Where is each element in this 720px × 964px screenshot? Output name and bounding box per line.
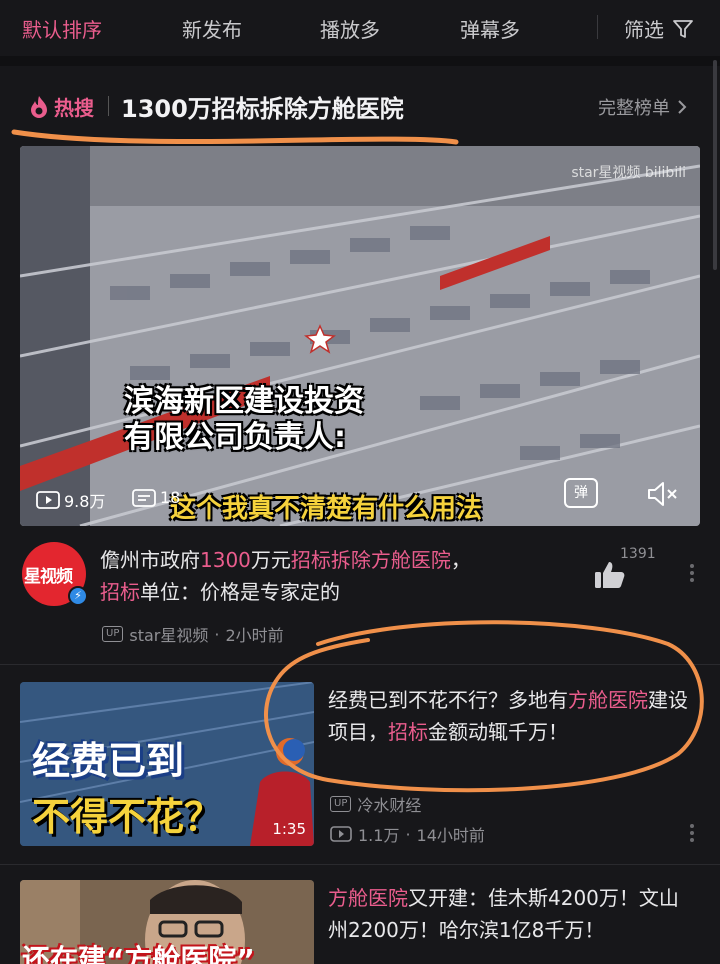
title-highlight: 方舱医院 bbox=[328, 886, 408, 910]
title-segment: 儋州市政府 bbox=[100, 548, 200, 572]
sort-tab-newest[interactable]: 新发布 bbox=[182, 14, 242, 43]
verified-badge-icon: ⚡ bbox=[68, 586, 88, 606]
mute-icon[interactable] bbox=[646, 480, 680, 508]
title-highlight: 招标拆除方舱医院 bbox=[290, 548, 451, 572]
video-title[interactable]: 方舱医院又开建：佳木斯4200万！文山州2200万！哈尔滨1亿8千万！ bbox=[328, 882, 692, 946]
title-segment: 单位：价格是专家定的 bbox=[140, 580, 340, 604]
video-caption: 滨海新区建设投资 有限公司负责人: bbox=[124, 384, 364, 456]
more-options-icon[interactable] bbox=[690, 824, 694, 845]
thumb-caption-top: 经费已到 bbox=[32, 739, 185, 783]
video-subtitle: 这个我真不清楚有什么用法 bbox=[170, 494, 483, 524]
danmaku-count-value: 18 bbox=[160, 488, 181, 507]
uploader-name: star星视频 bbox=[129, 626, 209, 645]
view-count: 9.8万 bbox=[36, 488, 105, 512]
more-options-icon[interactable] bbox=[690, 564, 694, 585]
video-duration: 1:35 bbox=[272, 820, 306, 838]
caption-line-1: 滨海新区建设投资 bbox=[124, 384, 364, 419]
sort-divider bbox=[597, 15, 598, 39]
full-ranking-link[interactable]: 完整榜单 bbox=[598, 94, 688, 120]
scrollbar[interactable] bbox=[713, 60, 717, 270]
funnel-icon bbox=[673, 19, 693, 38]
main-video-thumbnail[interactable]: star星视频 bilibili 滨海新区建设投资 有限公司负责人: 这个我真不… bbox=[20, 146, 700, 526]
annotation-circle bbox=[263, 620, 704, 793]
view-count-value: 1.1万 bbox=[358, 826, 400, 845]
publish-time: 14小时前 bbox=[416, 826, 485, 845]
play-count-icon bbox=[36, 491, 60, 509]
video-stats: 1.1万 · 14小时前 bbox=[330, 822, 485, 846]
video-watermark: star星视频 bilibili bbox=[571, 165, 686, 181]
sort-bar: 默认排序 新发布 播放多 弹幕多 筛选 bbox=[0, 0, 720, 56]
thumb-caption-bottom: 不得不花？ bbox=[32, 795, 223, 839]
danmaku-count-icon bbox=[132, 488, 156, 507]
main-video-title[interactable]: 儋州市政府1300万元招标拆除方舱医院， 招标单位：价格是专家定的 bbox=[100, 544, 580, 608]
thumb-caption: 还在建“方舱医院” bbox=[22, 943, 255, 964]
hospital-scene-image bbox=[20, 146, 700, 526]
title-highlight: 招标 bbox=[100, 580, 140, 604]
sort-tab-most-danmaku[interactable]: 弹幕多 bbox=[460, 14, 520, 43]
section-gap bbox=[0, 56, 720, 66]
filter-label: 筛选 bbox=[624, 18, 664, 42]
danmaku-toggle-label: 弹 bbox=[574, 485, 588, 501]
hot-divider bbox=[108, 96, 109, 116]
sort-tab-most-played[interactable]: 播放多 bbox=[320, 14, 380, 43]
annotation-underline bbox=[11, 129, 459, 145]
avatar-logo-text: 星视频 bbox=[24, 567, 73, 587]
title-segment: ， bbox=[450, 548, 471, 572]
like-count: 1391 bbox=[620, 546, 656, 562]
hot-badge-label: 热搜 bbox=[54, 96, 94, 120]
view-count-value: 9.8万 bbox=[64, 492, 106, 511]
sort-tab-default[interactable]: 默认排序 bbox=[22, 14, 102, 43]
title-segment: 万元 bbox=[250, 548, 291, 572]
hot-search-badge: 热搜 bbox=[28, 92, 94, 121]
thumbs-up-icon[interactable] bbox=[594, 560, 626, 590]
filter-button[interactable]: 筛选 bbox=[624, 14, 694, 43]
play-count-icon bbox=[330, 826, 352, 842]
title-highlight: 1300 bbox=[200, 548, 251, 572]
dot-separator: · bbox=[214, 624, 220, 644]
caption-line-2: 有限公司负责人: bbox=[124, 420, 346, 455]
danmaku-toggle-icon[interactable]: 弹 bbox=[564, 478, 598, 508]
flame-icon bbox=[31, 95, 47, 118]
divider bbox=[0, 864, 720, 865]
uploader-info[interactable]: UP star星视频 · 2小时前 bbox=[102, 622, 284, 646]
chevron-right-icon bbox=[678, 100, 687, 114]
hot-search-title[interactable]: 1300万招标拆除方舱医院 bbox=[121, 89, 404, 124]
dot-separator: · bbox=[405, 824, 411, 844]
danmaku-count: 18 bbox=[132, 488, 180, 507]
up-tag-icon: UP bbox=[102, 626, 124, 642]
video-thumbnail[interactable]: 还在建“方舱医院” bbox=[20, 880, 314, 964]
full-ranking-label: 完整榜单 bbox=[598, 98, 670, 119]
